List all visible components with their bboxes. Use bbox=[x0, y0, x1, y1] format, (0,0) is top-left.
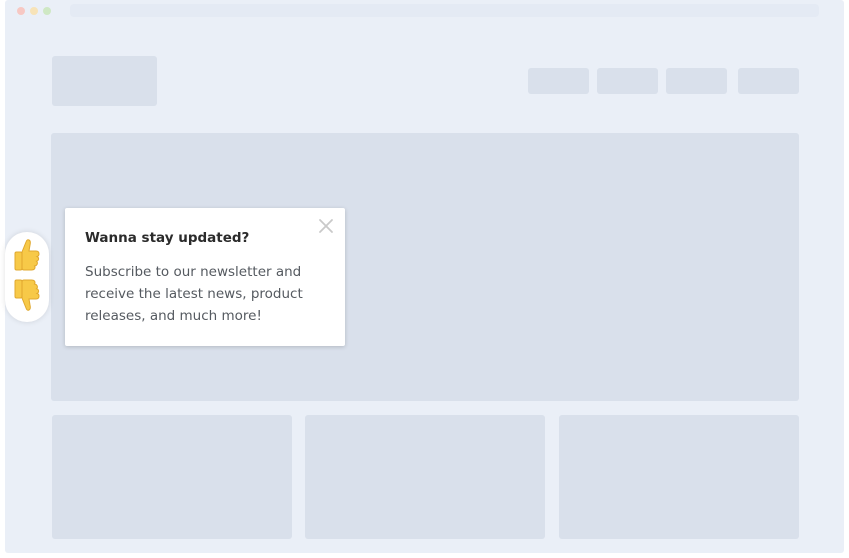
window-close-dot[interactable] bbox=[17, 7, 25, 15]
browser-titlebar bbox=[5, 0, 844, 22]
nav-item-placeholder-1 bbox=[528, 68, 589, 94]
thumbs-up-icon[interactable] bbox=[12, 238, 42, 272]
thumbs-down-icon[interactable] bbox=[12, 278, 42, 312]
address-bar[interactable] bbox=[70, 4, 819, 17]
window-minimize-dot[interactable] bbox=[30, 7, 38, 15]
card-placeholder-2 bbox=[305, 415, 545, 539]
card-placeholder-3 bbox=[559, 415, 799, 539]
nav-item-placeholder-2 bbox=[597, 68, 658, 94]
popup-body-text: Subscribe to our newsletter and receive … bbox=[85, 264, 303, 324]
newsletter-popup: Wanna stay updated? Subscribe to our new… bbox=[65, 208, 345, 346]
nav-item-placeholder-3 bbox=[666, 68, 727, 94]
card-placeholder-1 bbox=[52, 415, 292, 539]
close-icon[interactable] bbox=[317, 217, 335, 235]
logo-placeholder bbox=[52, 56, 157, 106]
nav-item-placeholder-4 bbox=[738, 68, 799, 94]
popup-title: Wanna stay updated? bbox=[85, 230, 250, 246]
window-maximize-dot[interactable] bbox=[43, 7, 51, 15]
rating-widget bbox=[5, 232, 49, 322]
